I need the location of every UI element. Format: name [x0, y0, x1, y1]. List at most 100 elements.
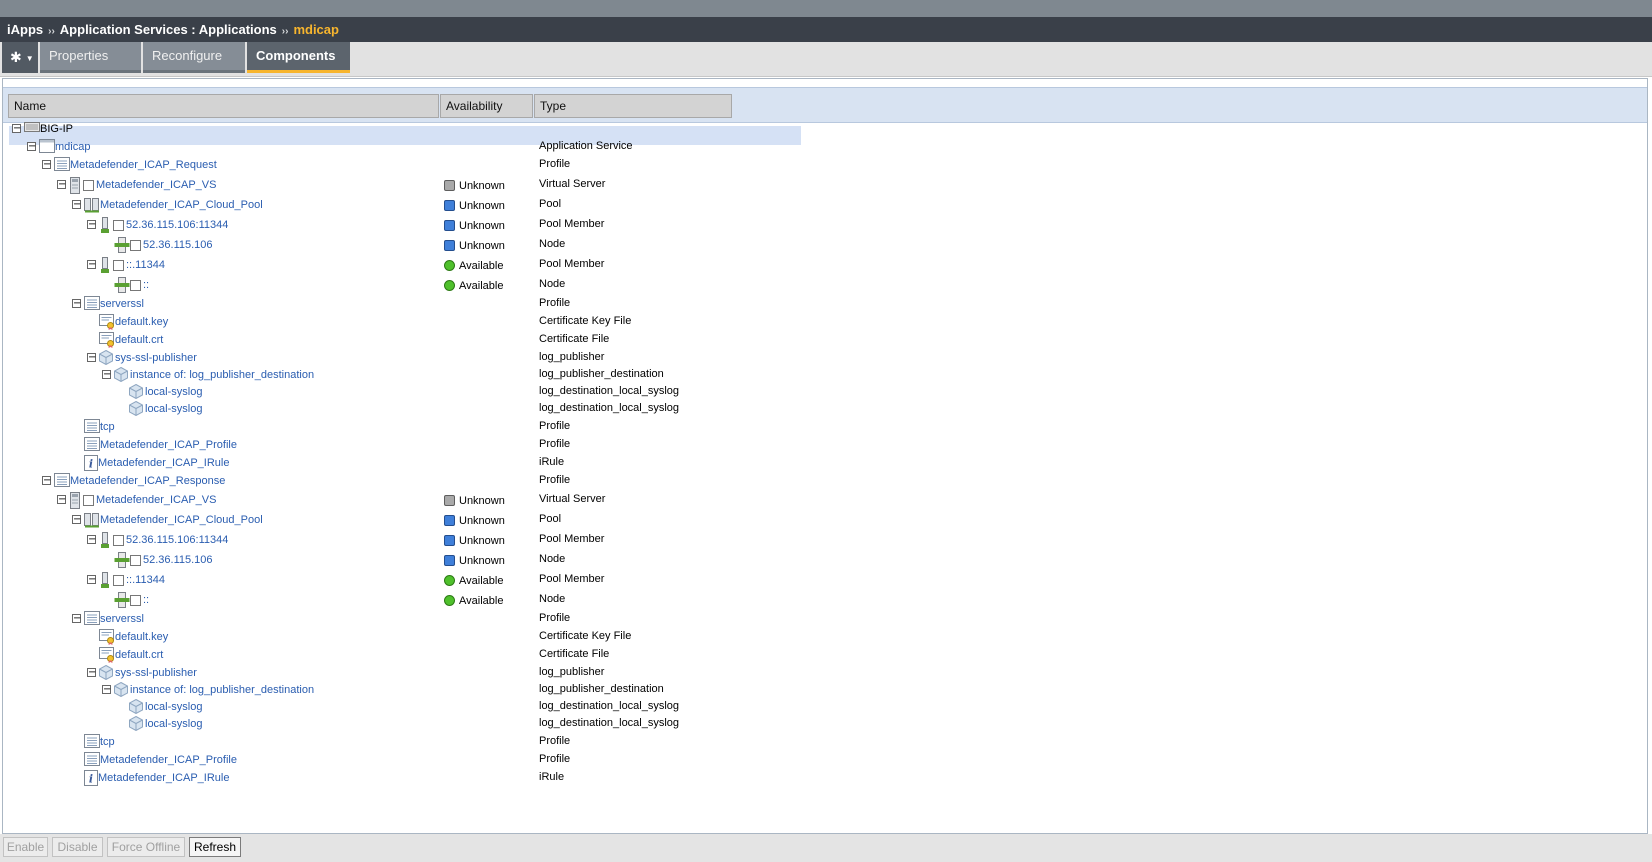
status-available-icon [444, 260, 455, 271]
component-link[interactable]: Metadefender_ICAP_Cloud_Pool [100, 514, 263, 526]
component-link[interactable]: Metadefender_ICAP_IRule [98, 772, 229, 784]
row-checkbox[interactable] [113, 220, 124, 231]
type-label: Profile [539, 420, 571, 432]
component-link[interactable]: Metadefender_ICAP_VS [96, 179, 216, 191]
component-link[interactable]: tcp [100, 736, 115, 748]
component-link[interactable]: instance of: log_publisher_destination [130, 369, 314, 381]
component-link[interactable]: Metadefender_ICAP_Profile [100, 439, 237, 451]
column-header-type[interactable]: Type [534, 94, 732, 118]
component-link[interactable]: default.key [115, 631, 168, 643]
component-link[interactable]: default.crt [115, 334, 163, 346]
tree-row: − serverssl Profile [0, 296, 1652, 314]
component-link[interactable]: :: [143, 279, 149, 291]
component-link[interactable]: serverssl [100, 298, 144, 310]
tree-row: − instance of: log_publisher_destination l… [0, 681, 1652, 700]
tree-row: − 52.36.115.106:11344 Unknown Pool Member [0, 532, 1652, 550]
row-checkbox[interactable] [130, 240, 141, 251]
tree-row: :: Available Node [0, 277, 1652, 295]
tree-row: − serverssl Profile [0, 611, 1652, 629]
component-link[interactable]: 52.36.115.106 [143, 239, 213, 251]
collapse-toggle[interactable]: − [57, 180, 66, 190]
collapse-toggle[interactable]: − [87, 260, 96, 270]
collapse-toggle[interactable]: − [87, 575, 96, 585]
row-checkbox[interactable] [83, 495, 94, 506]
component-link[interactable]: Metadefender_ICAP_IRule [98, 457, 229, 469]
type-label: Pool Member [539, 258, 605, 270]
column-header-name[interactable]: Name [8, 94, 439, 118]
type-label: log_publisher [539, 351, 605, 363]
component-link[interactable]: mdicap [55, 141, 90, 153]
component-link[interactable]: Metadefender_ICAP_Profile [100, 754, 237, 766]
collapse-toggle[interactable]: − [72, 200, 81, 210]
collapse-toggle[interactable]: − [72, 614, 81, 624]
component-link[interactable]: instance of: log_publisher_destination [130, 684, 314, 696]
disable-button[interactable]: Disable [52, 837, 103, 857]
force-offline-button[interactable]: Force Offline [107, 837, 185, 857]
tab-reconfigure[interactable]: Reconfigure [143, 42, 245, 73]
breadcrumb-iapps[interactable]: iApps [7, 22, 43, 37]
collapse-toggle[interactable]: − [87, 220, 96, 230]
type-label: Certificate Key File [539, 630, 632, 642]
component-link[interactable]: sys-ssl-publisher [115, 667, 197, 679]
component-link[interactable]: serverssl [100, 613, 144, 625]
collapse-toggle[interactable]: − [102, 685, 111, 695]
collapse-toggle[interactable]: − [72, 515, 81, 525]
row-checkbox[interactable] [130, 595, 141, 606]
refresh-button[interactable]: Refresh [189, 837, 241, 857]
component-link[interactable]: Metadefender_ICAP_Response [70, 475, 225, 487]
status-unknown-icon [444, 555, 455, 566]
component-link[interactable]: Metadefender_ICAP_Cloud_Pool [100, 199, 263, 211]
collapse-toggle[interactable]: − [87, 535, 96, 545]
component-link[interactable]: Metadefender_ICAP_VS [96, 494, 216, 506]
collapse-toggle[interactable]: − [42, 476, 51, 486]
collapse-toggle[interactable]: − [102, 370, 111, 380]
type-label: Virtual Server [539, 493, 606, 505]
tab-properties[interactable]: Properties [40, 42, 141, 73]
collapse-toggle[interactable]: − [72, 299, 81, 309]
profile-icon [54, 157, 70, 174]
row-checkbox[interactable] [113, 535, 124, 546]
row-checkbox[interactable] [130, 555, 141, 566]
component-link[interactable]: default.key [115, 316, 168, 328]
tab-components[interactable]: Components [247, 42, 350, 73]
certificate-icon [99, 629, 115, 646]
tree-row: − BIG-IP [0, 121, 1652, 139]
component-link[interactable]: ::.11344 [126, 574, 165, 586]
component-link[interactable]: default.crt [115, 649, 163, 661]
breadcrumb-applications[interactable]: Application Services : Applications [60, 22, 277, 37]
type-label: Certificate File [539, 333, 610, 345]
component-link[interactable]: ::.11344 [126, 259, 165, 271]
collapse-toggle[interactable]: − [57, 495, 66, 505]
component-link[interactable]: local-syslog [145, 718, 202, 730]
collapse-toggle[interactable]: − [87, 668, 96, 678]
component-link[interactable]: local-syslog [145, 386, 202, 398]
collapse-toggle[interactable]: − [42, 160, 51, 170]
tree-row: 52.36.115.106 Unknown Node [0, 552, 1652, 570]
status-unknown-icon [444, 240, 455, 251]
component-link[interactable]: local-syslog [145, 701, 202, 713]
row-checkbox[interactable] [113, 260, 124, 271]
collapse-toggle[interactable]: − [27, 142, 36, 152]
availability-label: Available [459, 260, 504, 272]
collapse-toggle[interactable]: − [87, 353, 96, 363]
enable-button[interactable]: Enable [3, 837, 48, 857]
row-checkbox[interactable] [113, 575, 124, 586]
row-checkbox[interactable] [83, 180, 94, 191]
availability-label: Unknown [459, 535, 505, 547]
component-link[interactable]: 52.36.115.106:11344 [126, 534, 228, 546]
component-link[interactable]: Metadefender_ICAP_Request [70, 159, 217, 171]
component-link[interactable]: :: [143, 594, 149, 606]
collapse-toggle[interactable]: − [12, 124, 21, 134]
breadcrumb-separator: ›› [281, 26, 289, 37]
node-icon [114, 552, 130, 569]
tree-row: −::.11344 Available Pool Member [0, 257, 1652, 275]
component-link[interactable]: local-syslog [145, 403, 202, 415]
component-link[interactable]: tcp [100, 421, 115, 433]
component-link[interactable]: 52.36.115.106 [143, 554, 213, 566]
component-link[interactable]: 52.36.115.106:11344 [126, 219, 228, 231]
row-checkbox[interactable] [130, 280, 141, 291]
gear-menu-button[interactable]: ✱ ▼ [2, 42, 38, 73]
component-link[interactable]: sys-ssl-publisher [115, 352, 197, 364]
type-label: Node [539, 593, 566, 605]
column-header-availability[interactable]: Availability [440, 94, 533, 118]
